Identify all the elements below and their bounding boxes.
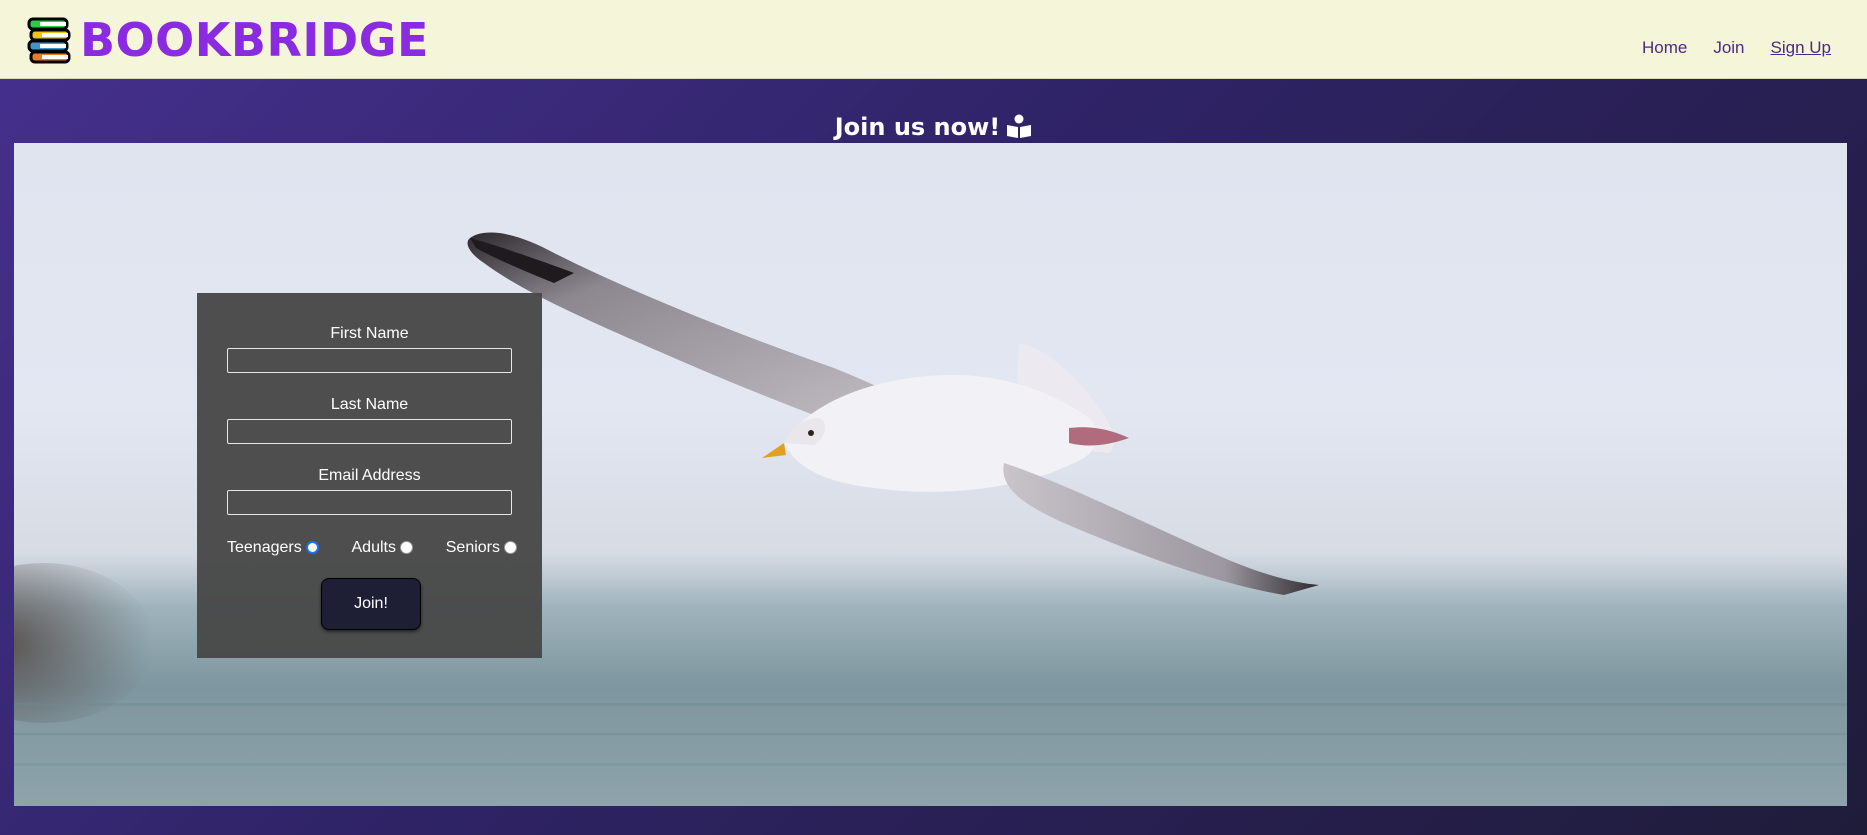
radio-option-teenagers[interactable]: Teenagers [227, 539, 319, 557]
email-input[interactable] [227, 490, 512, 515]
book-reader-icon [1007, 114, 1032, 138]
nav-sign-up-link[interactable]: Sign Up [1771, 38, 1831, 58]
first-name-group: First Name [227, 325, 512, 373]
last-name-label: Last Name [330, 396, 409, 413]
radio-teenagers[interactable] [305, 540, 319, 554]
radio-teenagers-label: Teenagers [227, 539, 302, 556]
logo[interactable]: BOOKBRIDGE [26, 16, 429, 64]
radio-option-adults[interactable]: Adults [352, 539, 413, 557]
first-name-label: First Name [330, 325, 409, 342]
page-title-text: Join us now! [834, 113, 1001, 141]
radio-seniors-label: Seniors [445, 539, 500, 556]
email-label: Email Address [318, 467, 421, 484]
join-button[interactable]: Join! [321, 578, 421, 630]
radio-option-seniors[interactable]: Seniors [446, 539, 517, 557]
brand-name: BOOKBRIDGE [80, 13, 429, 67]
nav-home-link[interactable]: Home [1642, 38, 1687, 58]
radio-adults[interactable] [399, 540, 413, 554]
radio-adults-label: Adults [351, 539, 396, 556]
radio-seniors[interactable] [504, 540, 517, 554]
last-name-input[interactable] [227, 419, 512, 444]
join-form: First Name Last Name Email Address Teena… [197, 293, 542, 658]
first-name-input[interactable] [227, 348, 512, 373]
books-stack-icon [27, 17, 71, 64]
site-header: BOOKBRIDGE Home Join Sign Up [0, 0, 1867, 79]
nav-join-link[interactable]: Join [1713, 38, 1744, 58]
hero-image: First Name Last Name Email Address Teena… [14, 143, 1847, 806]
audience-radio-group: Teenagers Adults Seniors [227, 539, 517, 557]
page-title: Join us now! [0, 113, 1867, 141]
email-group: Email Address [227, 467, 512, 515]
main-nav: Home Join Sign Up [1642, 38, 1831, 58]
last-name-group: Last Name [227, 396, 512, 444]
